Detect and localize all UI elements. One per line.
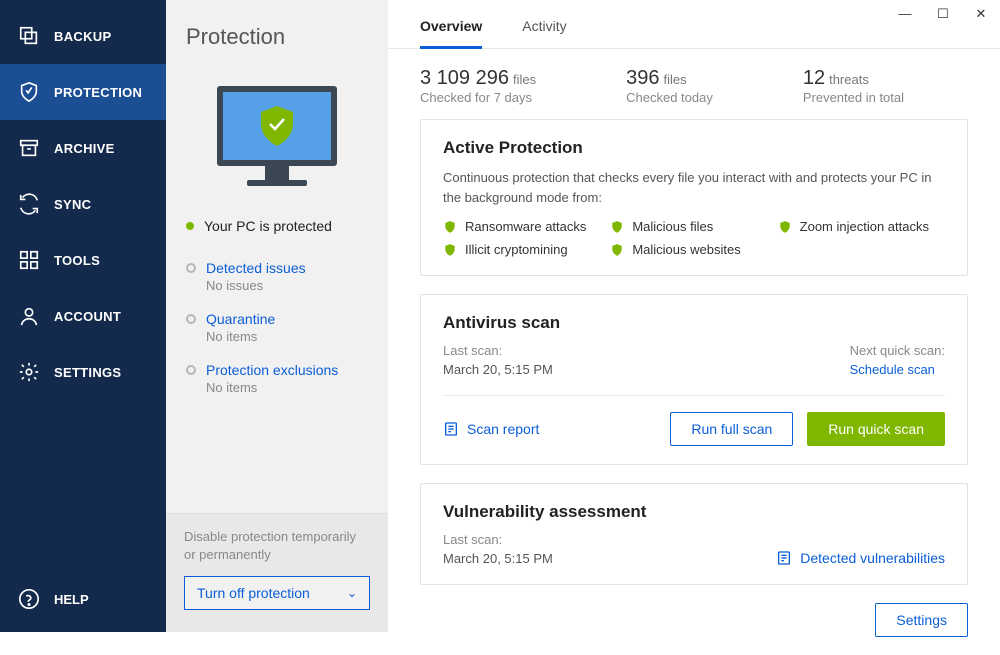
archive-icon (18, 137, 40, 159)
nav-sync[interactable]: SYNC (0, 176, 166, 232)
backup-icon (18, 25, 40, 47)
shield-icon (18, 81, 40, 103)
quarantine-link[interactable]: Quarantine (186, 311, 368, 327)
run-quick-scan-button[interactable]: Run quick scan (807, 412, 945, 446)
feature-item: Zoom injection attacks (778, 219, 945, 234)
card-title: Antivirus scan (443, 313, 945, 333)
scan-report-link[interactable]: Scan report (443, 421, 539, 437)
nav-label: ACCOUNT (54, 309, 121, 324)
panel-title: Protection (166, 10, 388, 60)
nav-label: PROTECTION (54, 85, 142, 100)
nav-backup[interactable]: BACKUP (0, 8, 166, 64)
nav-label: SETTINGS (54, 365, 121, 380)
tab-overview[interactable]: Overview (420, 18, 482, 48)
stats-row: 3 109 296files Checked for 7 days 396fil… (388, 49, 1000, 119)
nav-label: ARCHIVE (54, 141, 115, 156)
window-controls: ― ☐ ✕ (896, 6, 990, 22)
nav-archive[interactable]: ARCHIVE (0, 120, 166, 176)
nav-label: TOOLS (54, 253, 100, 268)
detected-issues-link[interactable]: Detected issues (186, 260, 368, 276)
stat-threats: 12threats Prevented in total (803, 67, 904, 105)
active-protection-card: Active Protection Continuous protection … (420, 119, 968, 276)
antivirus-card: Antivirus scan Last scan: March 20, 5:15… (420, 294, 968, 465)
vuln-last-scan: Last scan: March 20, 5:15 PM (443, 532, 553, 566)
report-icon (776, 550, 792, 566)
hollow-dot-icon (186, 314, 196, 324)
sidebar: BACKUP PROTECTION ARCHIVE SYNC (0, 0, 166, 632)
feature-grid: Ransomware attacks Malicious files Zoom … (443, 219, 945, 257)
disable-text: Disable protection temporarily or perman… (184, 528, 370, 564)
feature-item: Malicious files (610, 219, 777, 234)
feature-item: Illicit cryptomining (443, 242, 610, 257)
vulnerability-card: Vulnerability assessment Last scan: Marc… (420, 483, 968, 585)
quarantine-sub: No items (206, 329, 368, 344)
protection-panel: Protection Your PC is protected Detected… (166, 0, 388, 632)
card-desc: Continuous protection that checks every … (443, 168, 945, 207)
hollow-dot-icon (186, 365, 196, 375)
shield-icon (443, 220, 457, 234)
shield-icon (778, 220, 792, 234)
dropdown-label: Turn off protection (197, 585, 310, 601)
nav-label: HELP (54, 592, 89, 607)
nav-help[interactable]: HELP (0, 566, 166, 632)
status-text: Your PC is protected (204, 218, 332, 234)
tools-icon (18, 249, 40, 271)
chevron-down-icon: ⌄ (347, 586, 357, 600)
report-icon (443, 421, 459, 437)
run-full-scan-button[interactable]: Run full scan (670, 412, 793, 446)
last-scan: Last scan: March 20, 5:15 PM (443, 343, 553, 377)
detected-vuln-link[interactable]: Detected vulnerabilities (776, 550, 945, 566)
tab-activity[interactable]: Activity (522, 18, 566, 48)
gear-icon (18, 361, 40, 383)
card-title: Vulnerability assessment (443, 502, 945, 522)
help-icon (18, 588, 40, 610)
next-scan: Next quick scan: Schedule scan (850, 343, 945, 377)
stat-total-files: 3 109 296files Checked for 7 days (420, 67, 536, 105)
exclusions-sub: No items (206, 380, 368, 395)
protection-status: Your PC is protected (166, 208, 388, 254)
nav-tools[interactable]: TOOLS (0, 232, 166, 288)
maximize-button[interactable]: ☐ (934, 6, 952, 22)
nav-label: BACKUP (54, 29, 111, 44)
hollow-dot-icon (186, 263, 196, 273)
main-content: ― ☐ ✕ Overview Activity 3 109 296files C… (388, 0, 1000, 632)
nav-account[interactable]: ACCOUNT (0, 288, 166, 344)
feature-item: Malicious websites (610, 242, 777, 257)
feature-item: Ransomware attacks (443, 219, 610, 234)
close-button[interactable]: ✕ (972, 6, 990, 22)
card-title: Active Protection (443, 138, 945, 158)
turn-off-dropdown[interactable]: Turn off protection ⌄ (184, 576, 370, 610)
nav-label: SYNC (54, 197, 91, 212)
shield-icon (610, 243, 624, 257)
schedule-scan-link[interactable]: Schedule scan (850, 362, 945, 377)
shield-icon (443, 243, 457, 257)
account-icon (18, 305, 40, 327)
monitor-illustration (166, 60, 388, 208)
shield-icon (610, 220, 624, 234)
status-dot-icon (186, 222, 194, 230)
sync-icon (18, 193, 40, 215)
nav-settings[interactable]: SETTINGS (0, 344, 166, 400)
nav-protection[interactable]: PROTECTION (0, 64, 166, 120)
minimize-button[interactable]: ― (896, 6, 914, 22)
exclusions-link[interactable]: Protection exclusions (186, 362, 368, 378)
stat-today-files: 396files Checked today (626, 67, 713, 105)
detected-issues-sub: No issues (206, 278, 368, 293)
